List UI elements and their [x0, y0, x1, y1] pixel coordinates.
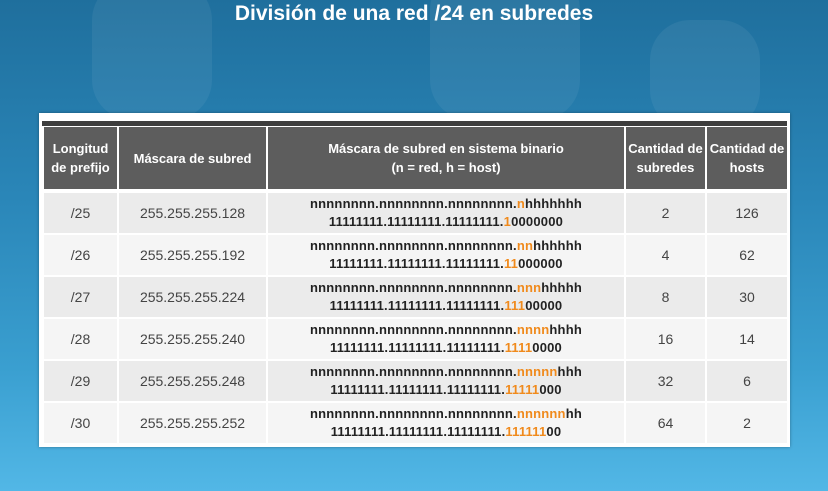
cell-prefix: /28 — [44, 319, 117, 361]
binary-network-line: nnnnnnnn.nnnnnnnn.nnnnnnnn.nnhhhhhh — [310, 238, 582, 253]
binary-bits-line: 11111111.11111111.11111111.11111000 — [330, 382, 562, 397]
cell-hosts: 126 — [707, 189, 787, 235]
binary-bits-line: 11111111.11111111.11111111.11111100 — [330, 424, 562, 439]
binary-bits-line: 11111111.11111111.11111111.10000000 — [328, 214, 564, 229]
table-row: /26 255.255.255.192 nnnnnnnn.nnnnnnnn.nn… — [44, 235, 787, 277]
binary-network-line: nnnnnnnn.nnnnnnnn.nnnnnnnn.nnnhhhhh — [310, 280, 582, 295]
binary-bits-line: 11111111.11111111.11111111.11000000 — [329, 256, 563, 271]
binary-network-line: nnnnnnnn.nnnnnnnn.nnnnnnnn.nnnnnhhh — [310, 364, 582, 379]
cell-prefix: /30 — [44, 403, 117, 445]
cell-mask: 255.255.255.192 — [119, 235, 266, 277]
table-row: /27 255.255.255.224 nnnnnnnn.nnnnnnnn.nn… — [44, 277, 787, 319]
cell-subnets: 8 — [626, 277, 705, 319]
cell-binary: nnnnnnnn.nnnnnnnn.nnnnnnnn.nnnnnnhh 1111… — [268, 403, 624, 445]
cell-prefix: /27 — [44, 277, 117, 319]
cell-subnets: 4 — [626, 235, 705, 277]
table-row: /29 255.255.255.248 nnnnnnnn.nnnnnnnn.nn… — [44, 361, 787, 403]
cell-mask: 255.255.255.240 — [119, 319, 266, 361]
cell-mask: 255.255.255.248 — [119, 361, 266, 403]
binary-network-line: nnnnnnnn.nnnnnnnn.nnnnnnnn.nnnnnnhh — [310, 406, 582, 421]
binary-bits-line: 11111111.11111111.11111111.11110000 — [329, 340, 562, 355]
table-header-row: Longitud de prefijo Máscara de subred Má… — [44, 127, 787, 189]
cell-hosts: 2 — [707, 403, 787, 445]
cell-mask: 255.255.255.252 — [119, 403, 266, 445]
cell-binary: nnnnnnnn.nnnnnnnn.nnnnnnnn.nhhhhhhh 1111… — [268, 189, 624, 235]
cell-prefix: /25 — [44, 189, 117, 235]
cell-hosts: 30 — [707, 277, 787, 319]
cell-binary: nnnnnnnn.nnnnnnnn.nnnnnnnn.nnnnnhhh 1111… — [268, 361, 624, 403]
cell-mask: 255.255.255.224 — [119, 277, 266, 319]
cell-binary: nnnnnnnn.nnnnnnnn.nnnnnnnn.nnhhhhhh 1111… — [268, 235, 624, 277]
cell-hosts: 62 — [707, 235, 787, 277]
cell-prefix: /26 — [44, 235, 117, 277]
binary-bits-line: 11111111.11111111.11111111.11100000 — [329, 298, 563, 313]
binary-network-line: nnnnnnnn.nnnnnnnn.nnnnnnnn.nhhhhhhh — [310, 196, 582, 211]
cell-subnets: 16 — [626, 319, 705, 361]
cell-subnets: 32 — [626, 361, 705, 403]
table-row: /25 255.255.255.128 nnnnnnnn.nnnnnnnn.nn… — [44, 189, 787, 235]
table-row: /28 255.255.255.240 nnnnnnnn.nnnnnnnn.nn… — [44, 319, 787, 361]
cell-hosts: 6 — [707, 361, 787, 403]
cell-binary: nnnnnnnn.nnnnnnnn.nnnnnnnn.nnnhhhhh 1111… — [268, 277, 624, 319]
subnet-table-card: Longitud de prefijo Máscara de subred Má… — [39, 113, 790, 447]
header-subnets: Cantidad de subredes — [626, 127, 705, 189]
subnet-table: Longitud de prefijo Máscara de subred Má… — [42, 127, 789, 445]
header-binary-line2: (n = red, h = host) — [391, 160, 501, 175]
table-row: /30 255.255.255.252 nnnnnnnn.nnnnnnnn.nn… — [44, 403, 787, 445]
cell-subnets: 64 — [626, 403, 705, 445]
cell-binary: nnnnnnnn.nnnnnnnn.nnnnnnnn.nnnnhhhh 1111… — [268, 319, 624, 361]
cell-subnets: 2 — [626, 189, 705, 235]
binary-network-line: nnnnnnnn.nnnnnnnn.nnnnnnnn.nnnnhhhh — [310, 322, 582, 337]
header-hosts: Cantidad de hosts — [707, 127, 787, 189]
header-mask: Máscara de subred — [119, 127, 266, 189]
cell-hosts: 14 — [707, 319, 787, 361]
cell-prefix: /29 — [44, 361, 117, 403]
header-prefix: Longitud de prefijo — [44, 127, 117, 189]
header-binary: Máscara de subred en sistema binario (n … — [268, 127, 624, 189]
cell-mask: 255.255.255.128 — [119, 189, 266, 235]
page-title: División de una red /24 en subredes — [234, 2, 594, 25]
header-binary-line1: Máscara de subred en sistema binario — [328, 141, 564, 156]
table-top-bar — [42, 121, 787, 126]
